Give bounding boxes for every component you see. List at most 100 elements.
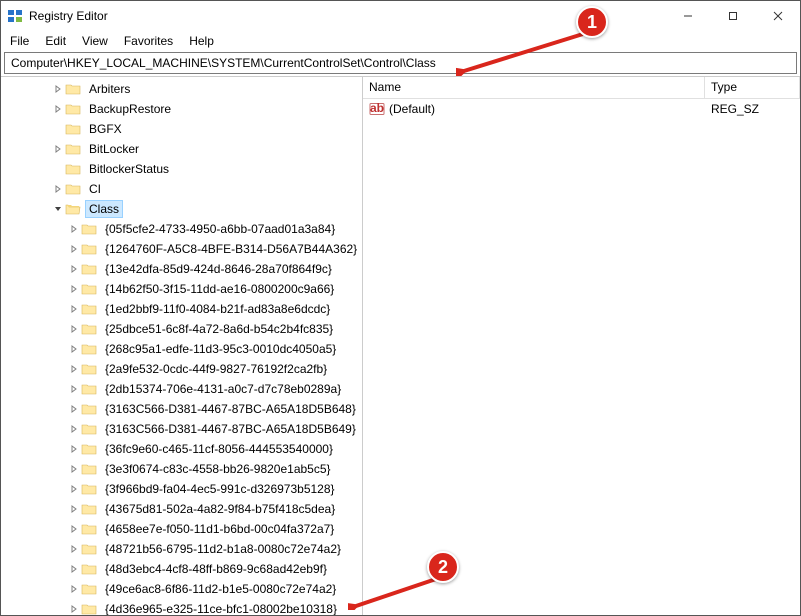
col-type-header[interactable]: Type	[705, 77, 800, 98]
chevron-right-icon[interactable]	[67, 385, 81, 393]
tree-node[interactable]: BitLocker	[3, 139, 362, 159]
col-name-header[interactable]: Name	[363, 77, 705, 98]
chevron-right-icon[interactable]	[67, 565, 81, 573]
tree-node[interactable]: {48721b56-6795-11d2-b1a8-0080c72e74a2}	[3, 539, 362, 559]
chevron-right-icon[interactable]	[67, 245, 81, 253]
address-bar[interactable]	[4, 52, 797, 74]
list-item[interactable]: ab (Default) REG_SZ	[363, 99, 800, 119]
annotation-badge-1: 1	[576, 6, 608, 38]
tree-node-label: {1264760F-A5C8-4BFE-B314-D56A7B44A362}	[101, 240, 361, 258]
window-controls	[665, 1, 800, 31]
folder-icon	[65, 142, 81, 156]
menu-file[interactable]: File	[3, 32, 36, 50]
chevron-right-icon[interactable]	[51, 185, 65, 193]
tree-node-label: {48721b56-6795-11d2-b1a8-0080c72e74a2}	[101, 540, 345, 558]
chevron-right-icon[interactable]	[67, 485, 81, 493]
chevron-right-icon[interactable]	[67, 505, 81, 513]
close-button[interactable]	[755, 1, 800, 31]
chevron-right-icon[interactable]	[67, 405, 81, 413]
value-type: REG_SZ	[705, 102, 800, 116]
tree-node[interactable]: CI	[3, 179, 362, 199]
folder-icon	[81, 602, 97, 615]
folder-icon	[81, 422, 97, 436]
chevron-right-icon[interactable]	[67, 425, 81, 433]
tree-node[interactable]: {3163C566-D381-4467-87BC-A65A18D5B649}	[3, 419, 362, 439]
chevron-right-icon[interactable]	[67, 365, 81, 373]
tree-node[interactable]: {3f966bd9-fa04-4ec5-991c-d326973b5128}	[3, 479, 362, 499]
tree-node[interactable]: {2a9fe532-0cdc-44f9-9827-76192f2ca2fb}	[3, 359, 362, 379]
chevron-right-icon[interactable]	[67, 225, 81, 233]
tree-node-label: {3f966bd9-fa04-4ec5-991c-d326973b5128}	[101, 480, 339, 498]
chevron-right-icon[interactable]	[67, 265, 81, 273]
chevron-right-icon[interactable]	[67, 325, 81, 333]
values-pane: Name Type ab (Default) REG_SZ	[363, 77, 800, 615]
tree-pane[interactable]: ArbitersBackupRestoreBGFXBitLockerBitloc…	[1, 77, 363, 615]
tree-node[interactable]: {1264760F-A5C8-4BFE-B314-D56A7B44A362}	[3, 239, 362, 259]
menu-view[interactable]: View	[75, 32, 115, 50]
chevron-right-icon[interactable]	[67, 445, 81, 453]
chevron-right-icon[interactable]	[51, 85, 65, 93]
folder-icon	[81, 582, 97, 596]
string-value-icon: ab	[369, 101, 385, 117]
titlebar: Registry Editor	[1, 1, 800, 31]
tree-node[interactable]: {4658ee7e-f050-11d1-b6bd-00c04fa372a7}	[3, 519, 362, 539]
tree-node-label: {05f5cfe2-4733-4950-a6bb-07aad01a3a84}	[101, 220, 339, 238]
tree-node[interactable]: {25dbce51-6c8f-4a72-8a6d-b54c2b4fc835}	[3, 319, 362, 339]
menu-edit[interactable]: Edit	[38, 32, 73, 50]
address-input[interactable]	[9, 55, 792, 71]
tree-node[interactable]: BackupRestore	[3, 99, 362, 119]
folder-icon	[65, 82, 81, 96]
tree-node[interactable]: {05f5cfe2-4733-4950-a6bb-07aad01a3a84}	[3, 219, 362, 239]
chevron-right-icon[interactable]	[67, 525, 81, 533]
chevron-right-icon[interactable]	[67, 305, 81, 313]
tree-node-label: {43675d81-502a-4a82-9f84-b75f418c5dea}	[101, 500, 339, 518]
chevron-right-icon[interactable]	[51, 105, 65, 113]
menu-favorites[interactable]: Favorites	[117, 32, 180, 50]
tree-node[interactable]: {3163C566-D381-4467-87BC-A65A18D5B648}	[3, 399, 362, 419]
chevron-down-icon[interactable]	[51, 205, 65, 213]
folder-icon	[81, 542, 97, 556]
chevron-right-icon[interactable]	[67, 465, 81, 473]
tree-node[interactable]: {2db15374-706e-4131-a0c7-d7c78eb0289a}	[3, 379, 362, 399]
chevron-right-icon[interactable]	[67, 345, 81, 353]
folder-icon	[81, 242, 97, 256]
folder-icon	[65, 182, 81, 196]
list-body[interactable]: ab (Default) REG_SZ	[363, 99, 800, 615]
tree-node[interactable]: Class	[3, 199, 362, 219]
tree-node[interactable]: {14b62f50-3f15-11dd-ae16-0800200c9a66}	[3, 279, 362, 299]
chevron-right-icon[interactable]	[67, 285, 81, 293]
tree-node-label: BackupRestore	[85, 100, 175, 118]
tree-node[interactable]: {13e42dfa-85d9-424d-8646-28a70f864f9c}	[3, 259, 362, 279]
value-name: (Default)	[389, 102, 435, 116]
tree-node[interactable]: Arbiters	[3, 79, 362, 99]
chevron-right-icon[interactable]	[51, 145, 65, 153]
tree-node[interactable]: BitlockerStatus	[3, 159, 362, 179]
tree-node[interactable]: {36fc9e60-c465-11cf-8056-444553540000}	[3, 439, 362, 459]
tree-node-label: BitLocker	[85, 140, 143, 158]
regedit-icon	[7, 8, 23, 24]
tree-node[interactable]: BGFX	[3, 119, 362, 139]
tree-node[interactable]: {48d3ebc4-4cf8-48ff-b869-9c68ad42eb9f}	[3, 559, 362, 579]
tree-node[interactable]: {1ed2bbf9-11f0-4084-b21f-ad83a8e6dcdc}	[3, 299, 362, 319]
tree-node[interactable]: {43675d81-502a-4a82-9f84-b75f418c5dea}	[3, 499, 362, 519]
tree-node-label: {25dbce51-6c8f-4a72-8a6d-b54c2b4fc835}	[101, 320, 337, 338]
folder-icon	[81, 382, 97, 396]
tree-node-label: Class	[85, 200, 123, 218]
minimize-button[interactable]	[665, 1, 710, 31]
folder-open-icon	[65, 202, 81, 216]
tree-node[interactable]: {3e3f0674-c83c-4558-bb26-9820e1ab5c5}	[3, 459, 362, 479]
tree-node[interactable]: {4d36e965-e325-11ce-bfc1-08002be10318}	[3, 599, 362, 615]
chevron-right-icon[interactable]	[67, 585, 81, 593]
chevron-right-icon[interactable]	[67, 605, 81, 613]
folder-icon	[81, 322, 97, 336]
tree-node[interactable]: {49ce6ac8-6f86-11d2-b1e5-0080c72e74a2}	[3, 579, 362, 599]
folder-icon	[81, 222, 97, 236]
tree-node[interactable]: {268c95a1-edfe-11d3-95c3-0010dc4050a5}	[3, 339, 362, 359]
tree-node-label: {3e3f0674-c83c-4558-bb26-9820e1ab5c5}	[101, 460, 335, 478]
folder-icon	[81, 262, 97, 276]
maximize-button[interactable]	[710, 1, 755, 31]
chevron-right-icon[interactable]	[67, 545, 81, 553]
tree-node-label: {268c95a1-edfe-11d3-95c3-0010dc4050a5}	[101, 340, 340, 358]
menu-help[interactable]: Help	[182, 32, 221, 50]
svg-text:ab: ab	[370, 101, 384, 115]
